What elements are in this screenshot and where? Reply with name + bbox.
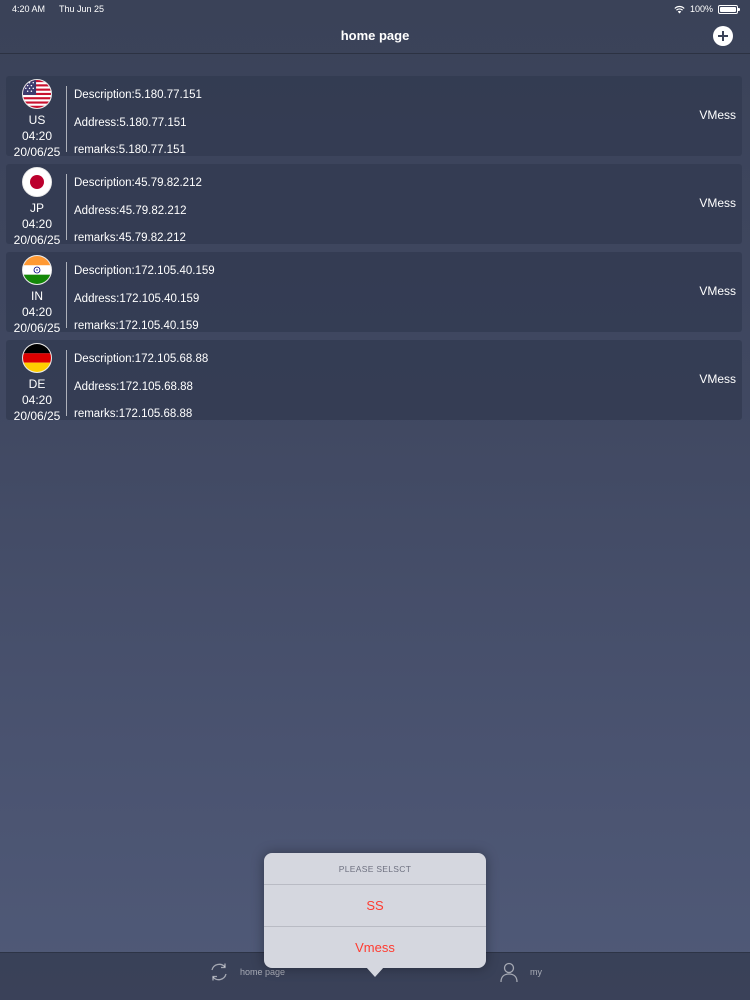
status-date: Thu Jun 25 <box>59 4 105 14</box>
server-address: Address:45.79.82.212 <box>74 204 187 217</box>
server-protocol: VMess <box>699 196 736 210</box>
server-protocol: VMess <box>699 108 736 122</box>
popover-arrow <box>366 967 384 977</box>
flag-column: JP 04:20 20/06/25 <box>6 167 68 247</box>
flag-column: IN 04:20 20/06/25 <box>6 255 68 335</box>
row-divider <box>66 262 67 328</box>
country-code: US <box>28 113 46 127</box>
tab-home-label: home page <box>240 967 286 977</box>
server-address: Address:5.180.77.151 <box>74 116 187 129</box>
battery-percent: 100% <box>689 4 713 14</box>
server-date: 20/06/25 <box>13 321 61 335</box>
server-description: Description:5.180.77.151 <box>74 89 202 101</box>
country-code: DE <box>28 377 46 391</box>
tab-my-label: my <box>530 967 542 977</box>
popover-title: PLEASE SELSCT <box>264 853 486 885</box>
option-ss[interactable]: SS <box>264 885 486 926</box>
server-list: US 04:20 20/06/25 Description:5.180.77.1… <box>0 76 750 428</box>
server-remarks: remarks:172.105.40.159 <box>74 320 199 332</box>
server-date: 20/06/25 <box>13 233 61 247</box>
server-time: 04:20 <box>21 217 53 231</box>
server-description: Description:172.105.40.159 <box>74 265 215 277</box>
status-time: 4:20 AM <box>12 4 46 14</box>
person-icon <box>500 962 518 983</box>
server-date: 20/06/25 <box>13 409 61 423</box>
flag-column: DE 04:20 20/06/25 <box>6 343 68 423</box>
status-right: 100% <box>674 4 740 14</box>
server-row[interactable]: JP 04:20 20/06/25 Description:45.79.82.2… <box>6 164 742 247</box>
server-remarks: remarks:5.180.77.151 <box>74 144 186 156</box>
server-address: Address:172.105.68.88 <box>74 380 193 393</box>
de-flag-icon <box>22 343 52 373</box>
flag-column: US 04:20 20/06/25 <box>6 79 68 159</box>
page-title: home page <box>340 28 410 43</box>
row-divider <box>66 350 67 416</box>
server-protocol: VMess <box>699 284 736 298</box>
in-flag-icon <box>22 255 52 285</box>
row-divider <box>66 86 67 152</box>
status-bar: 4:20 AM Thu Jun 25 100% <box>0 0 750 18</box>
refresh-icon <box>211 963 227 981</box>
option-vmess[interactable]: Vmess <box>264 926 486 967</box>
wifi-icon <box>674 5 685 13</box>
server-row[interactable]: US 04:20 20/06/25 Description:5.180.77.1… <box>6 76 742 159</box>
server-description: Description:172.105.68.88 <box>74 353 209 365</box>
country-code: JP <box>29 201 44 215</box>
nav-bar: home page <box>0 18 750 54</box>
server-time: 04:20 <box>21 129 53 143</box>
server-info: Description:172.105.40.159 Address:172.1… <box>74 258 215 341</box>
jp-flag-icon <box>22 167 52 197</box>
battery-icon <box>718 4 740 14</box>
server-info: Description:45.79.82.212 Address:45.79.8… <box>74 170 202 253</box>
add-button[interactable] <box>713 26 733 46</box>
plus-circle-icon <box>718 31 728 41</box>
server-description: Description:45.79.82.212 <box>74 177 202 189</box>
server-date: 20/06/25 <box>13 145 61 159</box>
battery-fill <box>720 6 736 12</box>
server-time: 04:20 <box>21 393 53 407</box>
select-popover: PLEASE SELSCT SS Vmess <box>264 853 486 977</box>
server-remarks: remarks:45.79.82.212 <box>74 232 186 244</box>
server-remarks: remarks:172.105.68.88 <box>74 408 193 420</box>
country-code: IN <box>31 289 43 303</box>
tab-my[interactable]: my <box>498 961 542 983</box>
server-protocol: VMess <box>699 372 736 386</box>
server-address: Address:172.105.40.159 <box>74 292 200 305</box>
server-info: Description:5.180.77.151 Address:5.180.7… <box>74 82 202 165</box>
server-row[interactable]: DE 04:20 20/06/25 Description:172.105.68… <box>6 340 742 423</box>
us-flag-icon <box>22 79 52 109</box>
server-row[interactable]: IN 04:20 20/06/25 Description:172.105.40… <box>6 252 742 335</box>
server-time: 04:20 <box>21 305 53 319</box>
row-divider <box>66 174 67 240</box>
server-info: Description:172.105.68.88 Address:172.10… <box>74 346 208 429</box>
